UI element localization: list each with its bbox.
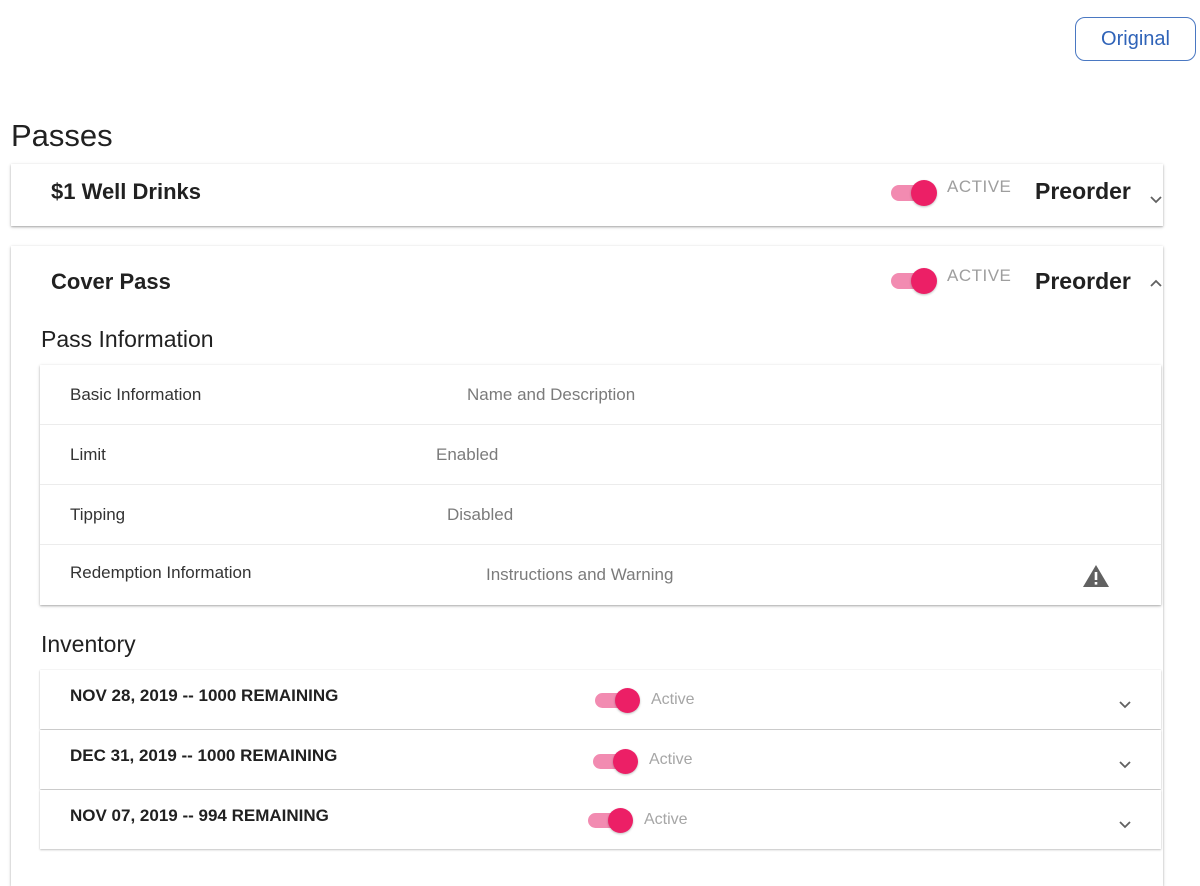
pass-name: Cover Pass <box>51 269 171 294</box>
original-button[interactable]: Original <box>1075 17 1196 61</box>
chevron-down-icon[interactable] <box>1117 697 1133 713</box>
info-row-value: Name and Description <box>467 385 636 404</box>
inventory-row-nov-28[interactable]: NOV 28, 2019 -- 1000 REMAINING Active <box>40 670 1161 729</box>
inventory-row-label: NOV 28, 2019 -- 1000 REMAINING <box>70 686 339 705</box>
pass-card-cover-pass: Cover Pass ACTIVE Preorder Pass Informat… <box>11 246 1163 886</box>
info-row-label: Tipping <box>70 505 126 524</box>
info-row-redemption-information[interactable]: Redemption Information Instructions and … <box>40 545 1161 605</box>
info-row-value: Disabled <box>447 505 514 524</box>
inventory-status-label: Active <box>649 751 693 768</box>
toggle-thumb <box>911 180 937 206</box>
toggle-thumb <box>615 688 640 713</box>
inventory-row-label: DEC 31, 2019 -- 1000 REMAINING <box>70 746 338 765</box>
chevron-down-icon[interactable] <box>1148 192 1164 208</box>
inventory-title: Inventory <box>41 631 136 657</box>
page-title: Passes <box>11 118 113 153</box>
inventory-row-dec-31[interactable]: DEC 31, 2019 -- 1000 REMAINING Active <box>40 730 1161 789</box>
pass-type-label: Preorder <box>1035 268 1131 294</box>
inventory-row-nov-07[interactable]: NOV 07, 2019 -- 994 REMAINING Active <box>40 790 1161 849</box>
chevron-up-icon[interactable] <box>1148 276 1164 292</box>
inventory-active-toggle[interactable] <box>593 747 639 775</box>
pass-information-list: Basic Information Name and Description L… <box>40 365 1161 605</box>
info-row-label: Limit <box>70 445 106 464</box>
toggle-thumb <box>608 808 633 833</box>
pass-status-label: ACTIVE <box>947 177 1012 196</box>
info-row-value: Instructions and Warning <box>486 565 674 584</box>
toggle-thumb <box>613 749 638 774</box>
chevron-down-icon[interactable] <box>1117 817 1133 833</box>
inventory-active-toggle[interactable] <box>588 806 634 834</box>
info-row-label: Redemption Information <box>70 563 252 582</box>
pass-information-title: Pass Information <box>41 326 214 352</box>
pass-card-well-drinks[interactable]: $1 Well Drinks ACTIVE Preorder <box>11 164 1163 226</box>
info-row-value: Enabled <box>436 445 499 464</box>
info-row-label: Basic Information <box>70 385 202 404</box>
info-row-limit[interactable]: Limit Enabled <box>40 425 1161 485</box>
warning-icon <box>1083 565 1109 587</box>
info-row-basic-information[interactable]: Basic Information Name and Description <box>40 365 1161 425</box>
inventory-status-label: Active <box>651 691 695 708</box>
inventory-row-label: NOV 07, 2019 -- 994 REMAINING <box>70 806 329 825</box>
inventory-status-label: Active <box>644 811 688 828</box>
pass-active-toggle[interactable] <box>891 265 939 295</box>
info-row-tipping[interactable]: Tipping Disabled <box>40 485 1161 545</box>
pass-type-label: Preorder <box>1035 178 1131 204</box>
toggle-thumb <box>911 268 937 294</box>
pass-name: $1 Well Drinks <box>51 179 201 204</box>
chevron-down-icon[interactable] <box>1117 757 1133 773</box>
pass-active-toggle[interactable] <box>891 177 939 207</box>
inventory-active-toggle[interactable] <box>595 686 641 714</box>
pass-status-label: ACTIVE <box>947 266 1012 285</box>
